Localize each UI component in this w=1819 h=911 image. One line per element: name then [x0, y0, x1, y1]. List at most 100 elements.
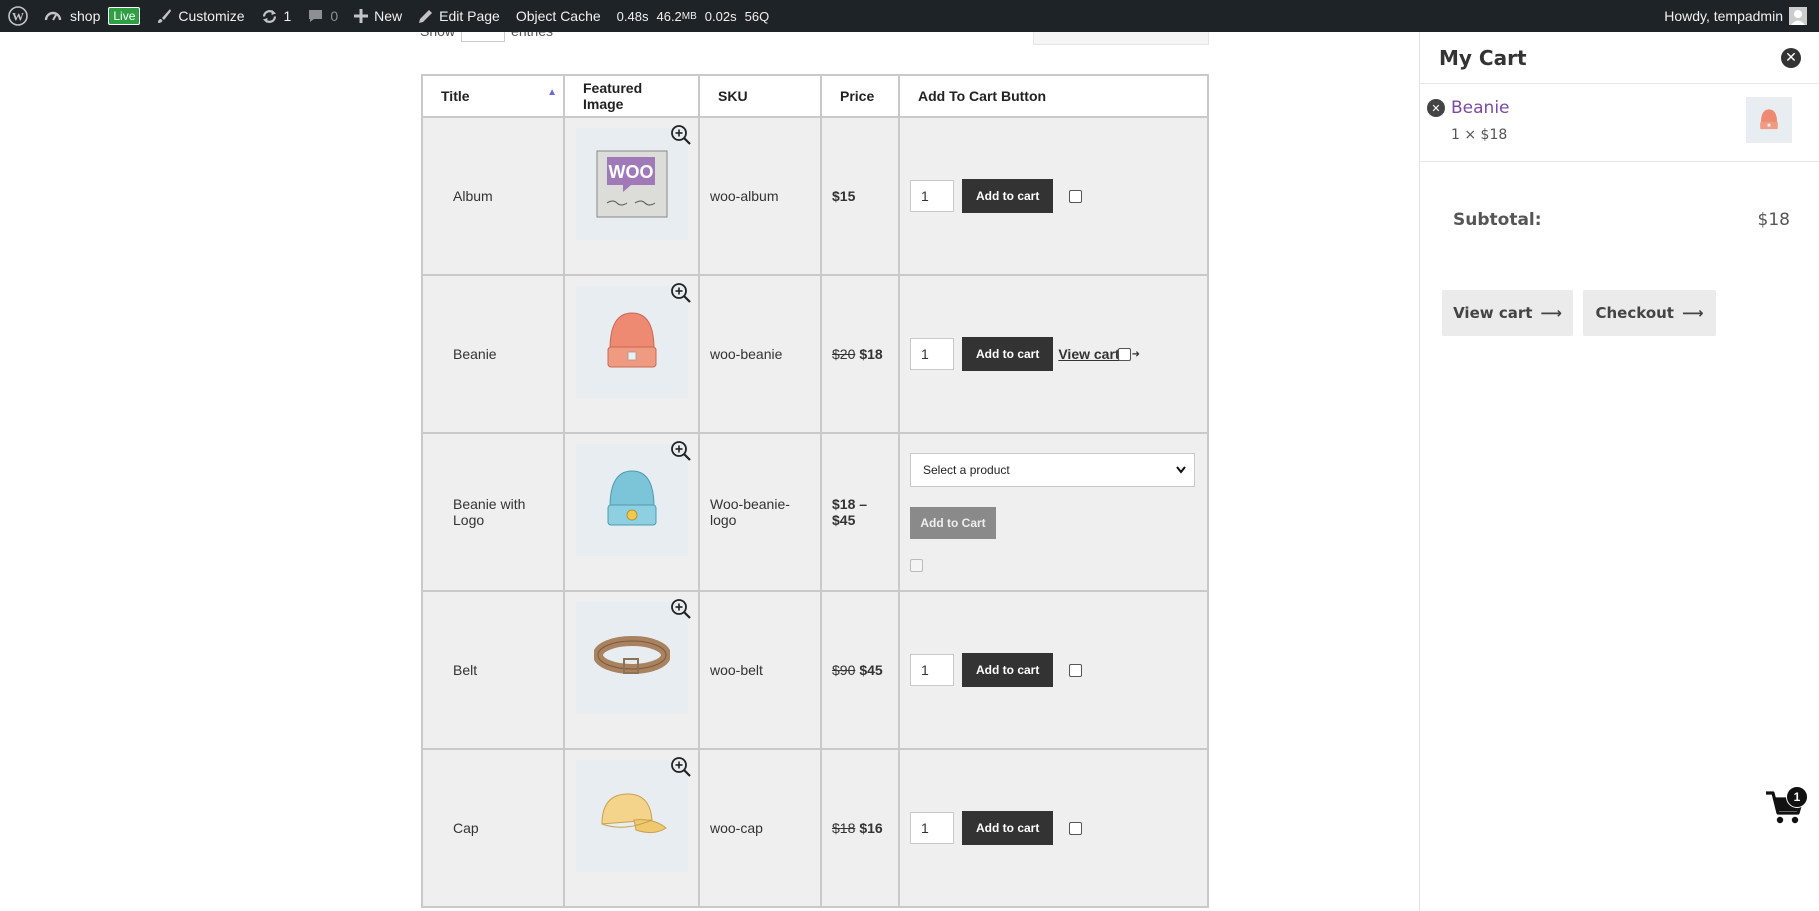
- svg-text:WOO: WOO: [608, 162, 653, 182]
- comment-icon: [309, 10, 323, 22]
- avatar: [1789, 7, 1807, 25]
- product-title: Beanie with Logo: [421, 432, 565, 592]
- admin-bar: W shop Live Customize 1 0 New Edit Page …: [0, 0, 1819, 32]
- featured-image-cell: [563, 590, 700, 750]
- add-to-cart-cell: 1 Add to cart: [898, 116, 1209, 276]
- beanie-with-logo-image: [607, 470, 656, 526]
- stat-time: 0.48s: [616, 8, 649, 24]
- chevron-down-icon: [1176, 465, 1186, 474]
- add-to-cart-cell: 1 Add to cart: [898, 590, 1209, 750]
- side-cart-panel: My Cart ✕ ✕ Beanie 1 × $18 Subtotal: $18…: [1419, 32, 1819, 911]
- add-to-cart-disabled-button[interactable]: Add to Cart: [910, 506, 996, 539]
- zoom-in-icon[interactable]: [670, 598, 692, 620]
- remove-item-icon[interactable]: ✕: [1427, 99, 1445, 117]
- arrow-right-icon: ⟶: [1540, 304, 1562, 322]
- edit-page-link[interactable]: Edit Page: [410, 0, 508, 32]
- table-row: Beanie with Logo Woo-beanie-logo $18 – $…: [421, 432, 1209, 592]
- header-add-to-cart[interactable]: Add To Cart Button: [898, 74, 1209, 118]
- zoom-in-icon[interactable]: [670, 282, 692, 304]
- view-cart-link[interactable]: View cart: [1058, 346, 1119, 362]
- header-price-label: Price: [840, 88, 875, 104]
- select-checkbox[interactable]: [1069, 821, 1083, 835]
- comments-link[interactable]: 0: [299, 0, 346, 32]
- select-checkbox[interactable]: [1117, 347, 1131, 361]
- product-price: $18 – $45: [820, 432, 900, 592]
- quantity-input[interactable]: 1: [910, 812, 954, 844]
- price-regular: $18: [832, 820, 856, 836]
- object-cache-link[interactable]: Object Cache: [508, 0, 609, 32]
- view-cart-button[interactable]: View cart ⟶: [1442, 290, 1573, 336]
- updates-count: 1: [283, 8, 292, 24]
- zoom-in-icon[interactable]: [670, 440, 692, 462]
- header-sku[interactable]: SKU: [698, 74, 822, 118]
- product-price: $15: [820, 116, 900, 276]
- select-checkbox[interactable]: [1069, 189, 1083, 203]
- variation-select[interactable]: Select a product: [910, 452, 1195, 487]
- select-checkbox-disabled: [910, 558, 923, 572]
- price-current: $15: [832, 188, 856, 204]
- updates-link[interactable]: 1: [253, 0, 300, 32]
- dashboard-icon: [44, 11, 62, 21]
- customize-link[interactable]: Customize: [148, 0, 252, 32]
- header-featured-image[interactable]: Featured Image: [563, 74, 700, 118]
- query-monitor-stats[interactable]: 0.48s 46.2 MB 0.02s 56Q: [609, 0, 778, 32]
- header-price[interactable]: Price: [820, 74, 900, 118]
- product-table: Title ▲ Featured Image SKU Price Add To C…: [421, 74, 1209, 908]
- quantity-input[interactable]: 1: [910, 338, 954, 370]
- zoom-in-icon[interactable]: [670, 124, 692, 146]
- product-sku: woo-cap: [698, 748, 822, 908]
- price-regular: $20: [832, 346, 856, 362]
- zoom-in-icon[interactable]: [670, 756, 692, 778]
- product-price: $20 $18: [820, 274, 900, 434]
- product-image-album[interactable]: WOO: [575, 125, 691, 240]
- header-title[interactable]: Title ▲: [421, 74, 565, 118]
- featured-image-cell: WOO: [563, 116, 700, 276]
- plus-icon: [354, 9, 369, 23]
- add-to-cart-button[interactable]: Add to cart: [962, 653, 1054, 687]
- live-badge: Live: [108, 7, 141, 25]
- add-to-cart-button[interactable]: Add to cart: [962, 179, 1054, 213]
- beanie-thumbnail-image: [1760, 109, 1778, 130]
- side-cart-title: My Cart: [1439, 45, 1527, 70]
- subtotal-label: Subtotal:: [1453, 210, 1542, 230]
- new-label: New: [374, 8, 403, 24]
- cart-count-badge: 1: [1786, 786, 1808, 808]
- featured-image-cell: [563, 432, 700, 592]
- header-cart-label: Add To Cart Button: [918, 88, 1047, 104]
- checkout-label: Checkout: [1595, 304, 1674, 322]
- add-to-cart-button[interactable]: Add to cart: [962, 337, 1054, 371]
- album-image: WOO: [596, 150, 667, 218]
- my-account-menu[interactable]: Howdy, tempadmin: [1664, 7, 1819, 25]
- quantity-input[interactable]: 1: [910, 180, 954, 212]
- close-icon[interactable]: ✕: [1781, 47, 1801, 68]
- price-range: $18 – $45: [832, 496, 868, 528]
- edit-page-label: Edit Page: [439, 8, 500, 24]
- beanie-image: [607, 312, 656, 368]
- product-image-beanie[interactable]: [575, 283, 691, 398]
- product-title: Cap: [421, 748, 565, 908]
- cart-item: ✕ Beanie 1 × $18: [1420, 84, 1819, 162]
- wordpress-logo-icon[interactable]: W: [0, 0, 36, 32]
- new-content-menu[interactable]: New: [346, 0, 410, 32]
- product-image-cap[interactable]: [575, 757, 691, 872]
- site-name-menu[interactable]: shop Live: [36, 0, 148, 32]
- side-cart-header: My Cart ✕: [1420, 32, 1819, 84]
- add-to-cart-button[interactable]: Add to cart: [962, 811, 1054, 845]
- product-image-beanie-logo[interactable]: [575, 441, 691, 556]
- header-image-label: Featured Image: [583, 80, 643, 112]
- table-row: Beanie woo-beanie $20$18 1 Add to cart: [421, 274, 1209, 434]
- cart-item-thumbnail[interactable]: [1746, 97, 1792, 143]
- subtotal-value: $18: [1757, 210, 1790, 230]
- product-sku: woo-belt: [698, 590, 822, 750]
- svg-text:W: W: [12, 10, 24, 24]
- comments-count: 0: [330, 8, 339, 24]
- checkout-button[interactable]: Checkout ⟶: [1583, 290, 1716, 336]
- sort-ascending-icon: ▲: [547, 87, 557, 98]
- header-title-label: Title: [441, 88, 470, 104]
- quantity-input[interactable]: 1: [910, 654, 954, 686]
- cart-item-name[interactable]: Beanie: [1451, 98, 1510, 118]
- product-image-belt[interactable]: [575, 599, 691, 714]
- select-checkbox[interactable]: [1069, 663, 1083, 677]
- product-price: $90 $45: [820, 590, 900, 750]
- customize-label: Customize: [178, 8, 245, 24]
